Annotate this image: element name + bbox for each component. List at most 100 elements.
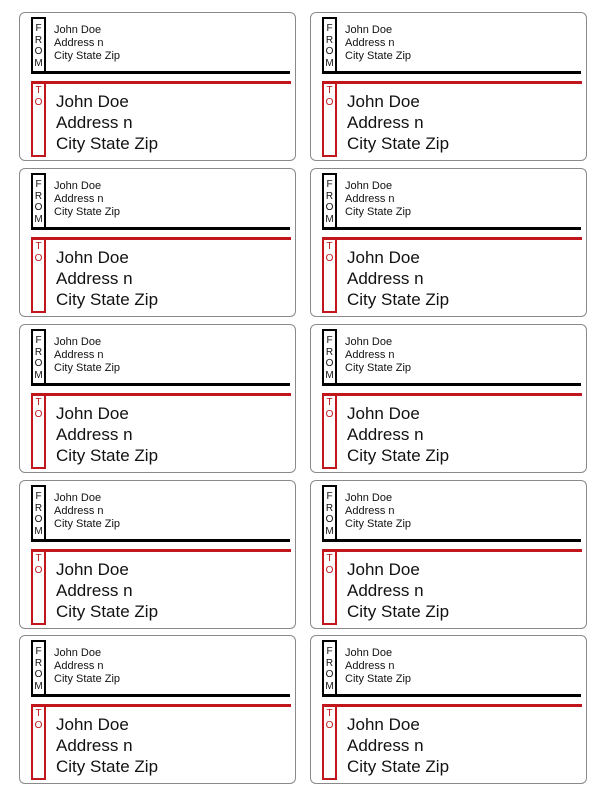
- sender-address-line: City State Zip: [345, 362, 412, 374]
- recipient-address: John Doe Address n City State Zip: [56, 91, 158, 154]
- recipient-address-line: Address n: [56, 581, 133, 600]
- to-box: TO: [322, 551, 337, 625]
- from-tag-letter: R: [34, 190, 43, 202]
- to-tag: TO: [33, 85, 44, 108]
- address-label: F R O M T O John Doe Address n City State Zip Joh…: [310, 168, 587, 317]
- from-divider: [31, 539, 290, 542]
- sender-address-line: City State Zip: [54, 362, 121, 374]
- sender-address-line: Address n: [54, 505, 104, 517]
- to-box: TO: [31, 395, 46, 469]
- to-tag: TO: [324, 241, 335, 264]
- to-divider: [322, 393, 582, 396]
- recipient-address: John Doe Address n City State Zip: [347, 91, 449, 154]
- recipient-address-line: John Doe: [56, 404, 129, 423]
- sender-address-line: Address n: [54, 37, 104, 49]
- from-divider: [322, 227, 581, 230]
- from-tag-letter: F: [326, 179, 333, 190]
- recipient-address-line: Address n: [347, 736, 424, 755]
- from-tag-letter: F: [326, 335, 333, 346]
- to-tag-letter: T: [326, 708, 333, 719]
- from-tag-letter: R: [325, 190, 334, 202]
- sender-address-line: City State Zip: [345, 50, 412, 62]
- from-tag-letter: R: [325, 346, 334, 358]
- from-tag-letter: R: [325, 657, 334, 669]
- sender-address-line: John Doe: [345, 24, 393, 36]
- from-tag-letter: M: [34, 369, 43, 381]
- to-tag-letter: O: [325, 564, 334, 576]
- from-tag-letter: O: [325, 202, 334, 213]
- sender-address-line: John Doe: [54, 24, 102, 36]
- sender-address-line: City State Zip: [345, 518, 412, 530]
- sender-address-line: Address n: [345, 349, 395, 361]
- from-box: FROM: [31, 17, 46, 74]
- sender-address-line: John Doe: [345, 647, 393, 659]
- to-tag: TO: [33, 708, 44, 731]
- recipient-address-line: City State Zip: [56, 290, 159, 309]
- to-tag: TO: [33, 397, 44, 420]
- address-label: F R O M T O John Doe Address n City State Zip Joh…: [19, 168, 296, 317]
- recipient-address-line: John Doe: [347, 248, 420, 267]
- to-box: TO: [31, 551, 46, 625]
- from-box: FROM: [322, 17, 337, 74]
- sender-address-line: John Doe: [54, 492, 102, 504]
- recipient-address-line: Address n: [347, 581, 424, 600]
- to-tag: TO: [33, 553, 44, 576]
- from-tag-letter: O: [325, 46, 334, 57]
- sender-address: John Doe Address n City State Zip: [345, 180, 411, 219]
- recipient-address-line: John Doe: [56, 248, 129, 267]
- from-tag-letter: O: [325, 358, 334, 369]
- from-tag-letter: F: [35, 646, 42, 657]
- to-tag-letter: T: [35, 85, 42, 96]
- to-box: TO: [322, 83, 337, 157]
- from-divider: [322, 71, 581, 74]
- from-tag-letter: F: [326, 646, 333, 657]
- sender-address-line: John Doe: [54, 336, 102, 348]
- from-divider: [31, 383, 290, 386]
- address-label: F R O M T O John Doe Address n City State Zip Joh…: [19, 12, 296, 161]
- from-tag-letter: O: [325, 669, 334, 680]
- from-tag: FROM: [324, 23, 335, 69]
- from-tag-letter: F: [326, 23, 333, 34]
- from-box: FROM: [31, 173, 46, 230]
- from-tag-letter: O: [325, 514, 334, 525]
- to-tag: TO: [33, 241, 44, 264]
- sender-address-line: Address n: [345, 37, 395, 49]
- sender-address-line: John Doe: [345, 492, 393, 504]
- to-tag-letter: T: [35, 708, 42, 719]
- from-tag-letter: M: [325, 525, 334, 537]
- recipient-address: John Doe Address n City State Zip: [347, 559, 449, 622]
- recipient-address-line: John Doe: [347, 715, 420, 734]
- sender-address-line: John Doe: [345, 180, 393, 192]
- to-tag: TO: [324, 553, 335, 576]
- sender-address-line: Address n: [345, 505, 395, 517]
- recipient-address-line: City State Zip: [347, 757, 450, 776]
- from-tag-letter: O: [34, 358, 43, 369]
- address-label: F R O M T O John Doe Address n City State Zip Joh…: [19, 480, 296, 629]
- recipient-address-line: City State Zip: [56, 446, 159, 465]
- sender-address-line: John Doe: [54, 180, 102, 192]
- to-tag-letter: O: [34, 252, 43, 264]
- sender-address: John Doe Address n City State Zip: [345, 492, 411, 531]
- recipient-address-line: City State Zip: [56, 134, 159, 153]
- from-divider: [322, 694, 581, 697]
- from-box: FROM: [322, 485, 337, 542]
- to-box: TO: [31, 239, 46, 313]
- from-tag-letter: R: [34, 346, 43, 358]
- from-tag-letter: M: [325, 57, 334, 69]
- sender-address: John Doe Address n City State Zip: [345, 647, 411, 686]
- to-divider: [31, 237, 291, 240]
- recipient-address: John Doe Address n City State Zip: [347, 714, 449, 777]
- recipient-address-line: Address n: [347, 269, 424, 288]
- recipient-address: John Doe Address n City State Zip: [347, 247, 449, 310]
- sender-address-line: City State Zip: [54, 50, 121, 62]
- sender-address: John Doe Address n City State Zip: [54, 336, 120, 375]
- recipient-address-line: John Doe: [56, 92, 129, 111]
- to-tag-letter: T: [326, 85, 333, 96]
- recipient-address-line: Address n: [56, 269, 133, 288]
- from-tag-letter: M: [34, 680, 43, 692]
- to-tag-letter: O: [34, 564, 43, 576]
- from-tag-letter: M: [34, 525, 43, 537]
- to-box: TO: [322, 395, 337, 469]
- from-box: FROM: [322, 640, 337, 697]
- address-label: F R O M T O John Doe Address n City State Zip Joh…: [19, 635, 296, 784]
